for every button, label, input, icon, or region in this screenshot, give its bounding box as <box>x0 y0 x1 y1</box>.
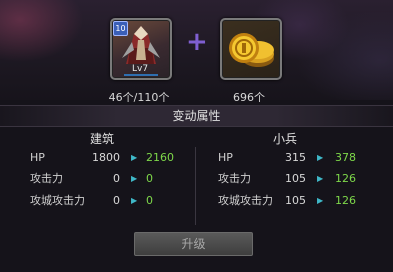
stat-old-value: 1800 <box>92 151 120 164</box>
stat-old-value: 0 <box>113 172 120 185</box>
building-row-hp: HP 1800 ▶ 2160 <box>30 150 190 166</box>
stat-label: 攻击力 <box>218 172 251 185</box>
stat-label: 攻城攻击力 <box>30 194 85 207</box>
soldier-row-hp: HP 315 ▶ 378 <box>218 150 388 166</box>
arrow-right-icon: ▶ <box>317 174 324 183</box>
gold-coins-icon <box>229 33 274 67</box>
unit-count-label: 46个/110个 <box>108 91 170 104</box>
stat-label: HP <box>218 151 233 164</box>
stat-new-value: 2160 <box>146 151 174 164</box>
stat-old-value: 105 <box>285 172 306 185</box>
stat-old-value: 315 <box>285 151 306 164</box>
stat-new-value: 126 <box>335 194 356 207</box>
arrow-right-icon: ▶ <box>131 196 138 205</box>
stat-new-value: 0 <box>146 194 153 207</box>
stat-old-value: 105 <box>285 194 306 207</box>
arrow-right-icon: ▶ <box>131 153 138 162</box>
stat-label: 攻击力 <box>30 172 63 185</box>
section-title: 变动属性 <box>0 105 393 127</box>
upgrade-button[interactable]: 升级 <box>134 232 253 256</box>
coin-material-slot[interactable] <box>220 18 282 80</box>
unit-level-badge: 10 <box>113 21 128 36</box>
plus-icon: + <box>186 27 208 57</box>
stat-label: 攻城攻击力 <box>218 194 273 207</box>
building-row-attack: 攻击力 0 ▶ 0 <box>30 171 190 187</box>
stat-new-value: 378 <box>335 151 356 164</box>
unit-level-bar <box>124 74 158 76</box>
soldier-title: 小兵 <box>272 132 297 146</box>
soldier-row-attack: 攻击力 105 ▶ 126 <box>218 171 388 187</box>
stat-label: HP <box>30 151 45 164</box>
soldier-row-siege-attack: 攻城攻击力 105 ▶ 126 <box>218 193 388 209</box>
arrow-right-icon: ▶ <box>131 174 138 183</box>
unit-level-text: Lv7 <box>132 64 149 74</box>
arrow-right-icon: ▶ <box>317 153 324 162</box>
unit-material-slot[interactable]: 10 Lv7 <box>110 18 172 80</box>
building-row-siege-attack: 攻城攻击力 0 ▶ 0 <box>30 193 190 209</box>
stat-old-value: 0 <box>113 194 120 207</box>
building-title: 建筑 <box>89 132 114 146</box>
coin-count-label: 696个 <box>233 91 265 104</box>
stat-new-value: 0 <box>146 172 153 185</box>
arrow-right-icon: ▶ <box>317 196 324 205</box>
column-divider <box>195 147 196 225</box>
stat-new-value: 126 <box>335 172 356 185</box>
